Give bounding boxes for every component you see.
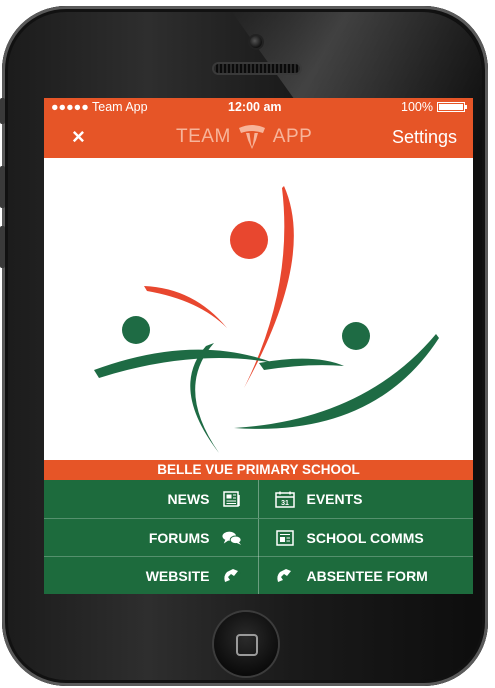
news-label: NEWS: [167, 491, 210, 507]
calendar-icon: 31: [274, 490, 295, 508]
link-check-icon: [275, 567, 295, 585]
clock: 12:00 am: [228, 100, 282, 114]
app-screen: ●●●●● Team App 12:00 am 100% × TEAM APP …: [44, 98, 473, 594]
school-logo-image: [94, 186, 439, 453]
school-comms-label: SCHOOL COMMS: [306, 530, 424, 546]
newspaper-icon: [222, 490, 242, 508]
front-camera: [250, 36, 262, 48]
battery-status: 100%: [401, 100, 467, 114]
mute-switch: [0, 98, 5, 124]
school-name-bar: BELLE VUE PRIMARY SCHOOL: [44, 460, 473, 480]
school-logo-banner: [44, 158, 473, 460]
app-header: × TEAM APP Settings: [44, 118, 473, 158]
absentee-form-label: ABSENTEE FORM: [306, 568, 428, 584]
main-menu: NEWS 31 EVENTS FORUMS SCHOOL COMMS WEBSI…: [44, 480, 473, 594]
settings-button[interactable]: Settings: [392, 127, 457, 148]
carrier-label: ●●●●● Team App: [51, 100, 148, 114]
website-button[interactable]: WEBSITE: [44, 557, 259, 594]
calendar-day: 31: [281, 500, 289, 507]
battery-icon: [437, 102, 467, 112]
menu-row: WEBSITE ABSENTEE FORM: [44, 556, 473, 594]
forums-label: FORUMS: [148, 530, 210, 546]
battery-percent: 100%: [401, 100, 433, 114]
home-button[interactable]: [214, 612, 278, 676]
absentee-form-button[interactable]: ABSENTEE FORM: [259, 557, 474, 594]
events-label: EVENTS: [306, 491, 363, 507]
status-bar: ●●●●● Team App 12:00 am 100%: [44, 98, 473, 118]
earpiece-speaker: [214, 64, 300, 73]
website-label: WEBSITE: [145, 568, 210, 584]
chat-bubbles-icon: [221, 529, 242, 547]
document-icon: [275, 529, 295, 547]
brand-right-text: APP: [272, 126, 313, 147]
brand-left-text: TEAM: [176, 126, 231, 147]
team-app-logo: TEAM APP: [176, 124, 312, 150]
home-square-icon: [236, 634, 258, 656]
menu-row: NEWS 31 EVENTS: [44, 480, 473, 518]
events-button[interactable]: 31 EVENTS: [259, 480, 474, 518]
volume-up-button: [0, 166, 5, 208]
forums-button[interactable]: FORUMS: [44, 519, 259, 557]
news-button[interactable]: NEWS: [44, 480, 259, 518]
school-comms-button[interactable]: SCHOOL COMMS: [259, 519, 474, 557]
volume-down-button: [0, 226, 5, 268]
link-check-icon: [222, 567, 242, 585]
close-button[interactable]: ×: [72, 124, 85, 150]
team-app-shield-icon: [237, 124, 267, 150]
menu-row: FORUMS SCHOOL COMMS: [44, 518, 473, 557]
